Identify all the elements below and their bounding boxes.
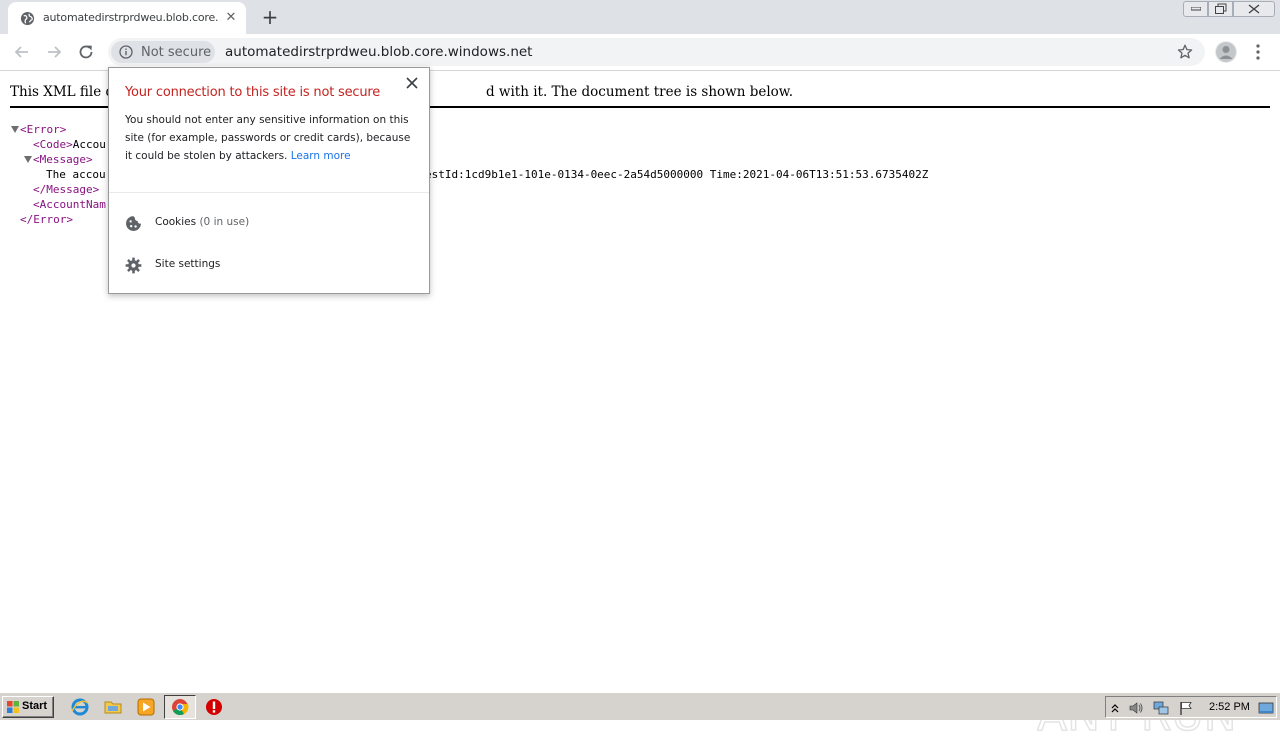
xml-line-code: <Code>Accou xyxy=(33,138,106,151)
address-bar[interactable]: Not secure automatedirstrprdweu.blob.cor… xyxy=(108,38,1205,66)
window-minimize-button[interactable] xyxy=(1183,1,1208,17)
media-player-icon[interactable] xyxy=(136,697,156,717)
taskbar-clock[interactable]: 2:52 PM xyxy=(1209,701,1250,713)
xml-header-text-left: This XML file do xyxy=(10,84,123,100)
start-button[interactable]: Start xyxy=(2,696,54,718)
page-info-popup: Your connection to this site is not secu… xyxy=(108,67,430,294)
reload-icon[interactable] xyxy=(76,42,96,62)
popup-description-text: You should not enter any sensitive infor… xyxy=(125,114,411,162)
not-secure-label: Not secure xyxy=(141,45,212,60)
back-arrow-icon[interactable] xyxy=(12,42,32,62)
xml-line-accountname: <AccountNam xyxy=(33,198,106,211)
tab-close-icon[interactable]: ✕ xyxy=(224,11,238,25)
xml-header-text-right: d with it. The document tree is shown be… xyxy=(486,84,794,100)
show-desktop-icon[interactable] xyxy=(1258,700,1274,716)
url-text[interactable]: automatedirstrprdweu.blob.core.windows.n… xyxy=(225,44,532,60)
window-close-icon xyxy=(1248,4,1260,14)
start-label: Start xyxy=(22,700,48,712)
browser-tab[interactable]: automatedirstrprdweu.blob.core.windows.n… xyxy=(8,2,246,34)
restore-icon xyxy=(1214,3,1226,14)
gear-icon xyxy=(125,257,142,274)
site-settings-label: Site settings xyxy=(155,258,221,270)
folder-icon[interactable] xyxy=(103,697,123,717)
taskbar-chrome-active[interactable] xyxy=(164,695,196,719)
forward-arrow-icon[interactable] xyxy=(44,42,64,62)
kebab-menu-icon[interactable] xyxy=(1250,43,1266,61)
xml-line-error-open: <Error> xyxy=(20,123,67,136)
profile-avatar-icon[interactable] xyxy=(1215,41,1237,63)
cookie-icon xyxy=(126,216,141,231)
window-restore-button[interactable] xyxy=(1208,1,1233,17)
collapse-triangle-icon[interactable] xyxy=(24,156,32,163)
xml-message-tail: estId:1cd9b1e1-101e-0134-0eec-2a54d50000… xyxy=(425,168,929,181)
minimize-icon xyxy=(1190,7,1201,11)
popup-title: Your connection to this site is not secu… xyxy=(125,85,381,100)
close-icon[interactable] xyxy=(405,76,419,90)
network-icon[interactable] xyxy=(1153,700,1169,716)
xml-line-message-text: The accou xyxy=(46,168,106,181)
browser-toolbar: Not secure automatedirstrprdweu.blob.cor… xyxy=(0,34,1280,71)
globe-icon xyxy=(20,11,35,26)
security-indicator-button[interactable]: Not secure xyxy=(111,41,215,63)
site-settings-row[interactable]: Site settings xyxy=(125,255,415,275)
xml-line-message-close: </Message> xyxy=(33,183,100,196)
windows-taskbar: Start 2:52 PM xyxy=(0,692,1280,720)
stop-icon[interactable] xyxy=(204,697,224,717)
popup-description: You should not enter any sensitive infor… xyxy=(125,111,415,165)
cookies-row[interactable]: Cookies (0 in use) xyxy=(125,213,415,233)
xml-line-message-open: <Message> xyxy=(33,153,93,166)
internet-explorer-icon[interactable] xyxy=(70,697,90,717)
xml-line-error-close: </Error> xyxy=(20,213,73,226)
chevron-up-icon[interactable] xyxy=(1109,700,1121,716)
collapse-triangle-icon[interactable] xyxy=(11,126,19,133)
bookmark-star-icon[interactable] xyxy=(1177,44,1193,60)
tab-strip: automatedirstrprdweu.blob.core.windows.n… xyxy=(0,0,1280,34)
volume-icon[interactable] xyxy=(1128,700,1144,716)
window-close-button[interactable] xyxy=(1233,1,1275,17)
system-tray: 2:52 PM xyxy=(1105,696,1277,718)
new-tab-button[interactable]: + xyxy=(259,6,281,28)
chrome-icon xyxy=(172,699,189,716)
popup-divider xyxy=(109,192,429,193)
action-center-flag-icon[interactable] xyxy=(1178,700,1194,716)
windows-logo-icon xyxy=(7,701,19,713)
tab-title: automatedirstrprdweu.blob.core.windows.n… xyxy=(43,11,219,24)
person-icon xyxy=(1216,42,1236,62)
info-icon xyxy=(119,45,133,59)
learn-more-link[interactable]: Learn more xyxy=(291,150,351,162)
cookies-label: Cookies (0 in use) xyxy=(155,216,250,228)
